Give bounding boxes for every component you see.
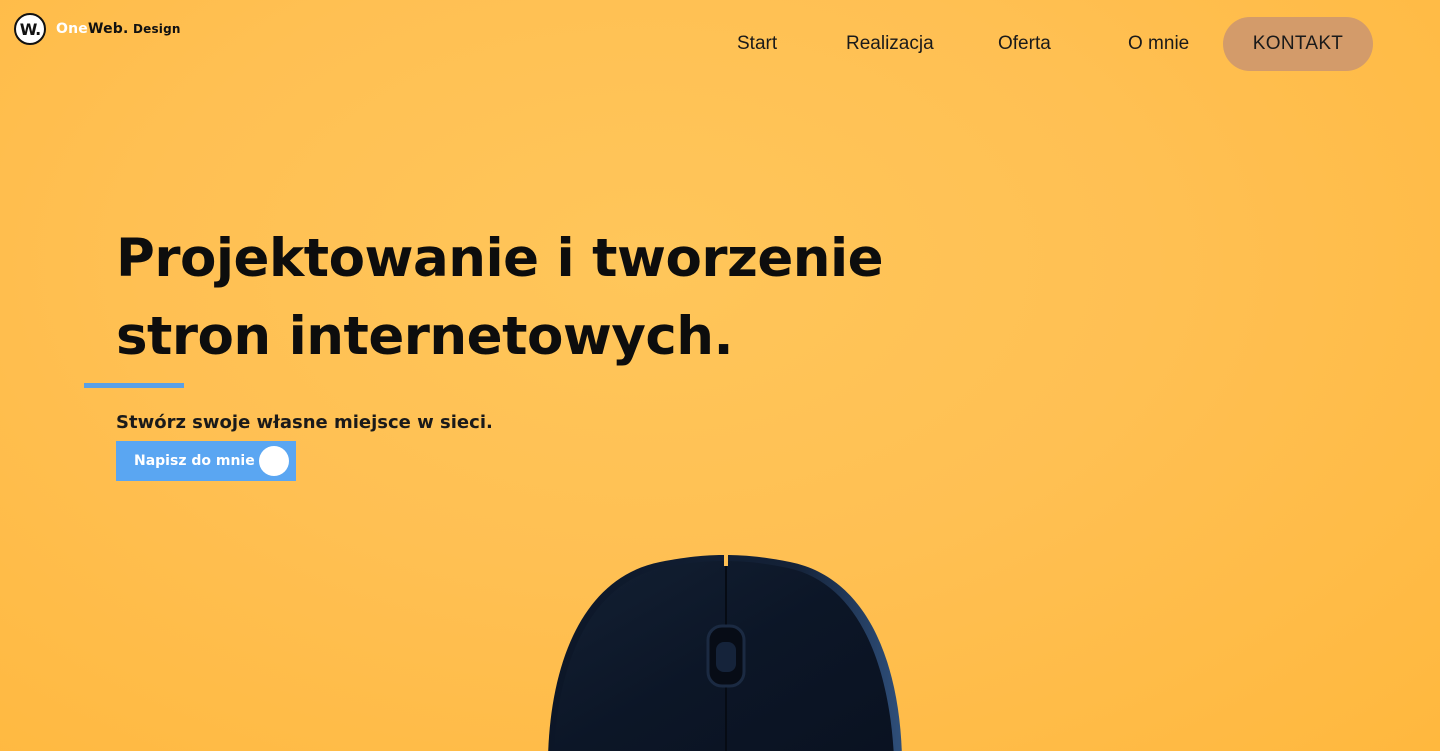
write-to-me-button[interactable]: Napisz do mnie (116, 441, 296, 481)
page: W. OneWeb. Design Start Realizacja Ofert… (0, 0, 1440, 751)
circle-icon (259, 446, 289, 476)
nav-link-realizacja[interactable]: Realizacja (846, 17, 934, 71)
computer-mouse-image (548, 552, 902, 751)
hero-title-line-2: stron internetowych. (116, 306, 734, 367)
hero-title-line-1: Projektowanie i tworzenie (116, 228, 884, 289)
nav-link-o-mnie[interactable]: O mnie (1128, 17, 1189, 71)
write-to-me-label: Napisz do mnie (134, 453, 255, 469)
hero-subtitle: Stwórz swoje własne miejsce w sieci. (116, 412, 493, 433)
hero-title: Projektowanie i tworzenie stron internet… (116, 220, 884, 376)
main-nav: Start Realizacja Oferta O mnie KONTAKT (0, 17, 1440, 71)
nav-link-oferta[interactable]: Oferta (998, 17, 1051, 71)
accent-divider (84, 383, 184, 388)
contact-button[interactable]: KONTAKT (1223, 17, 1373, 71)
nav-link-start[interactable]: Start (737, 17, 777, 71)
